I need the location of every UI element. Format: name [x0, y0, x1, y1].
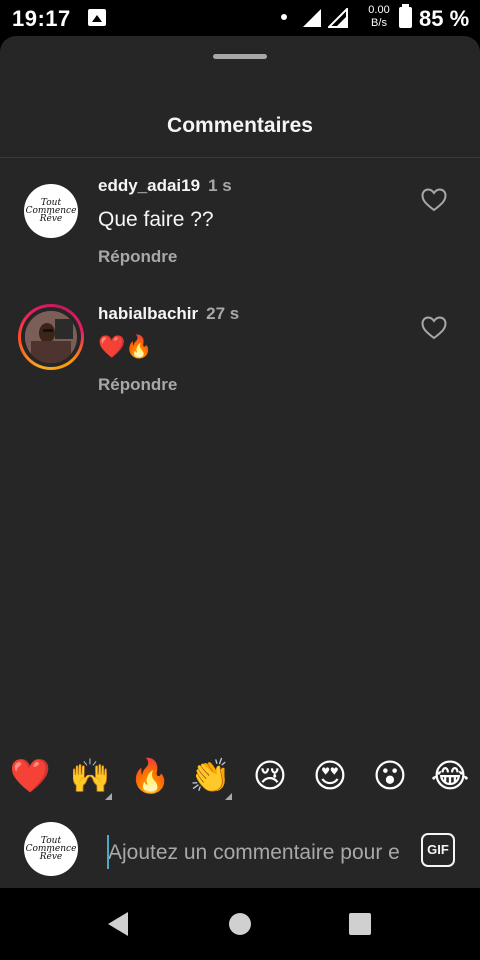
variant-indicator — [225, 793, 232, 800]
status-bar: 19:17 0.00 B/s 85 % — [0, 0, 480, 36]
avatar-logo-text: Tout Commence Rêve — [25, 198, 77, 224]
network-speed: 0.00 B/s — [366, 4, 392, 30]
image-notification-icon — [88, 9, 106, 26]
comments-sheet: Commentaires Tout Commence Rêve eddy_ada… — [0, 36, 480, 888]
recent-apps-icon[interactable] — [349, 913, 371, 935]
battery-icon — [399, 4, 412, 28]
network-speed-value: 0.00 — [368, 4, 390, 16]
sheet-title: Commentaires — [167, 114, 313, 137]
gif-button[interactable]: GIF — [421, 833, 455, 867]
emoji-heart-eyes[interactable]: 😍 — [308, 754, 352, 798]
emoji-clapping-hands[interactable]: 👏 — [188, 754, 232, 800]
divider — [0, 157, 480, 158]
emoji-raising-hands[interactable]: 🙌 — [68, 754, 112, 800]
current-user-avatar: Tout Commence Rêve — [24, 822, 78, 876]
comment-text: ❤️🔥 — [98, 334, 153, 359]
comment-item: habialbachir 27 s ❤️🔥 Répondre — [0, 300, 480, 410]
comment-item: Tout Commence Rêve eddy_adai19 1 s Que fa… — [0, 172, 480, 282]
text-cursor — [107, 835, 109, 869]
emoji-crying-face[interactable]: 😢 — [248, 754, 292, 798]
emoji-heart[interactable]: ❤️ — [8, 754, 52, 798]
comment-text: Que faire ?? — [98, 208, 214, 231]
status-time: 19:17 — [12, 6, 71, 31]
comment-time: 1 s — [208, 176, 232, 195]
heart-icon[interactable] — [421, 316, 447, 340]
avatar — [25, 311, 77, 363]
emoji-fire[interactable]: 🔥 — [128, 754, 172, 798]
comment-username[interactable]: eddy_adai19 1 s — [98, 176, 232, 196]
reply-button[interactable]: Répondre — [98, 375, 177, 395]
signal-icon — [328, 8, 348, 28]
heart-icon[interactable] — [421, 188, 447, 212]
home-icon[interactable] — [229, 913, 251, 935]
avatar-story-ring[interactable] — [18, 304, 84, 370]
avatar-photo — [25, 311, 77, 363]
avatar[interactable]: Tout Commence Rêve — [24, 184, 78, 238]
emoji-quick-bar: ❤️ 🙌 🔥 👏 😢 😍 😮 😂 — [0, 746, 480, 802]
comment-time: 27 s — [206, 304, 240, 323]
navigation-bar — [0, 888, 480, 960]
battery-percent: 85 % — [419, 6, 470, 31]
comment-username[interactable]: habialbachir 27 s — [98, 304, 239, 324]
emoji-tears-of-joy[interactable]: 😂 — [428, 754, 472, 798]
comment-composer: Tout Commence Rêve GIF — [0, 816, 480, 888]
back-icon[interactable] — [108, 912, 128, 936]
drag-handle[interactable] — [213, 54, 267, 59]
notification-dot-icon — [281, 14, 287, 20]
reply-button[interactable]: Répondre — [98, 247, 177, 267]
emoji-open-mouth[interactable]: 😮 — [368, 754, 412, 798]
network-speed-unit: B/s — [371, 17, 387, 29]
avatar-logo-text: Tout Commence Rêve — [25, 836, 77, 862]
signal-icon — [303, 9, 321, 27]
comment-input[interactable] — [108, 838, 400, 868]
variant-indicator — [105, 793, 112, 800]
